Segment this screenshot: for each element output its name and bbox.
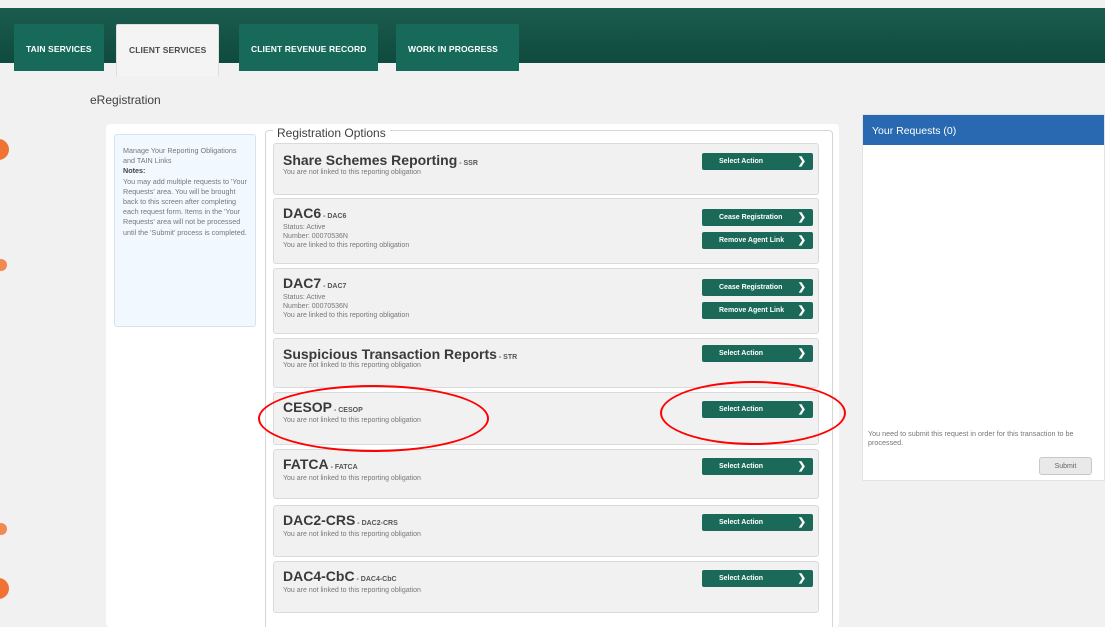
your-requests-title: Your Requests (0) [863, 115, 1104, 145]
tab-tain-services[interactable]: TAIN SERVICES [14, 24, 104, 71]
status-text: Status: Active [283, 224, 326, 231]
notes-body: You may add multiple requests to 'Your R… [123, 176, 247, 237]
option-dac7: DAC7 - DAC7 Status: Active Number: 00070… [273, 268, 819, 334]
chevron-right-icon: ❯ [797, 235, 806, 246]
select-action-button[interactable]: Select Action ❯ [702, 153, 813, 170]
option-share-schemes: Share Schemes Reporting - SSR You are no… [273, 143, 819, 195]
option-title: DAC4-CbC - DAC4-CbC [283, 568, 397, 584]
option-dac4-cbc: DAC4-CbC - DAC4-CbC You are not linked t… [273, 561, 819, 613]
submit-button[interactable]: Submit [1039, 457, 1092, 475]
left-edge-mark [0, 139, 9, 160]
eregistration-page: TAIN SERVICES CLIENT SERVICES CLIENT REV… [0, 0, 1105, 627]
your-requests-panel: Your Requests (0) You need to submit thi… [862, 114, 1105, 481]
status-text: Status: Active [283, 294, 326, 301]
chevron-right-icon: ❯ [797, 305, 806, 316]
link-status: You are not linked to this reporting obl… [283, 417, 421, 424]
page-title: eRegistration [90, 93, 161, 107]
link-status: You are not linked to this reporting obl… [283, 587, 421, 594]
option-title: FATCA - FATCA [283, 456, 358, 472]
chevron-right-icon: ❯ [797, 282, 806, 293]
option-title: Share Schemes Reporting - SSR [283, 152, 478, 168]
tab-work-in-progress[interactable]: WORK IN PROGRESS [396, 24, 519, 71]
request-note: You need to submit this request in order… [868, 429, 1074, 447]
link-status: You are not linked to this reporting obl… [283, 475, 421, 482]
link-status: You are linked to this reporting obligat… [283, 312, 410, 319]
left-edge-mark [0, 578, 9, 599]
select-action-button[interactable]: Select Action ❯ [702, 514, 813, 531]
option-title: DAC2-CRS - DAC2-CRS [283, 512, 398, 528]
option-title: DAC6 - DAC6 [283, 205, 347, 221]
chevron-right-icon: ❯ [797, 212, 806, 223]
cease-registration-button[interactable]: Cease Registration ❯ [702, 279, 813, 296]
remove-agent-link-button[interactable]: Remove Agent Link ❯ [702, 232, 813, 249]
select-action-button[interactable]: Select Action ❯ [702, 401, 813, 418]
link-status: You are linked to this reporting obligat… [283, 242, 410, 249]
tab-client-revenue-record[interactable]: CLIENT REVENUE RECORD [239, 24, 379, 71]
link-status: You are not linked to this reporting obl… [283, 169, 421, 176]
notes-box: Manage Your Reporting Obligations and TA… [114, 134, 256, 327]
option-title: DAC7 - DAC7 [283, 275, 347, 291]
notes-title: Notes: [123, 166, 146, 176]
option-fatca: FATCA - FATCA You are not linked to this… [273, 449, 819, 499]
option-suspicious-transaction-reports: Suspicious Transaction Reports - STR You… [273, 338, 819, 388]
chevron-right-icon: ❯ [797, 404, 806, 415]
select-action-button[interactable]: Select Action ❯ [702, 345, 813, 362]
option-cesop: CESOP - CESOP You are not linked to this… [273, 392, 819, 445]
left-edge-mark [0, 523, 7, 535]
number-text: Number: 00070536N [283, 233, 348, 240]
option-title: Suspicious Transaction Reports - STR [283, 346, 518, 362]
number-text: Number: 00070536N [283, 303, 348, 310]
notes-intro: Manage Your Reporting Obligations and TA… [123, 146, 237, 166]
option-title: CESOP - CESOP [283, 399, 363, 415]
remove-agent-link-button[interactable]: Remove Agent Link ❯ [702, 302, 813, 319]
chevron-right-icon: ❯ [797, 573, 806, 584]
select-action-button[interactable]: Select Action ❯ [702, 570, 813, 587]
cease-registration-button[interactable]: Cease Registration ❯ [702, 209, 813, 226]
select-action-button[interactable]: Select Action ❯ [702, 458, 813, 475]
chevron-right-icon: ❯ [797, 348, 806, 359]
link-status: You are not linked to this reporting obl… [283, 531, 421, 538]
option-dac2-crs: DAC2-CRS - DAC2-CRS You are not linked t… [273, 505, 819, 557]
option-dac6: DAC6 - DAC6 Status: Active Number: 00070… [273, 198, 819, 264]
left-edge-mark [0, 259, 7, 271]
chevron-right-icon: ❯ [797, 156, 806, 167]
tab-client-services[interactable]: CLIENT SERVICES [116, 24, 220, 76]
chevron-right-icon: ❯ [797, 517, 806, 528]
top-navigation: TAIN SERVICES CLIENT SERVICES CLIENT REV… [0, 8, 1105, 76]
chevron-right-icon: ❯ [797, 461, 806, 472]
registration-options-legend: Registration Options [273, 126, 390, 140]
link-status: You are not linked to this reporting obl… [283, 362, 421, 369]
